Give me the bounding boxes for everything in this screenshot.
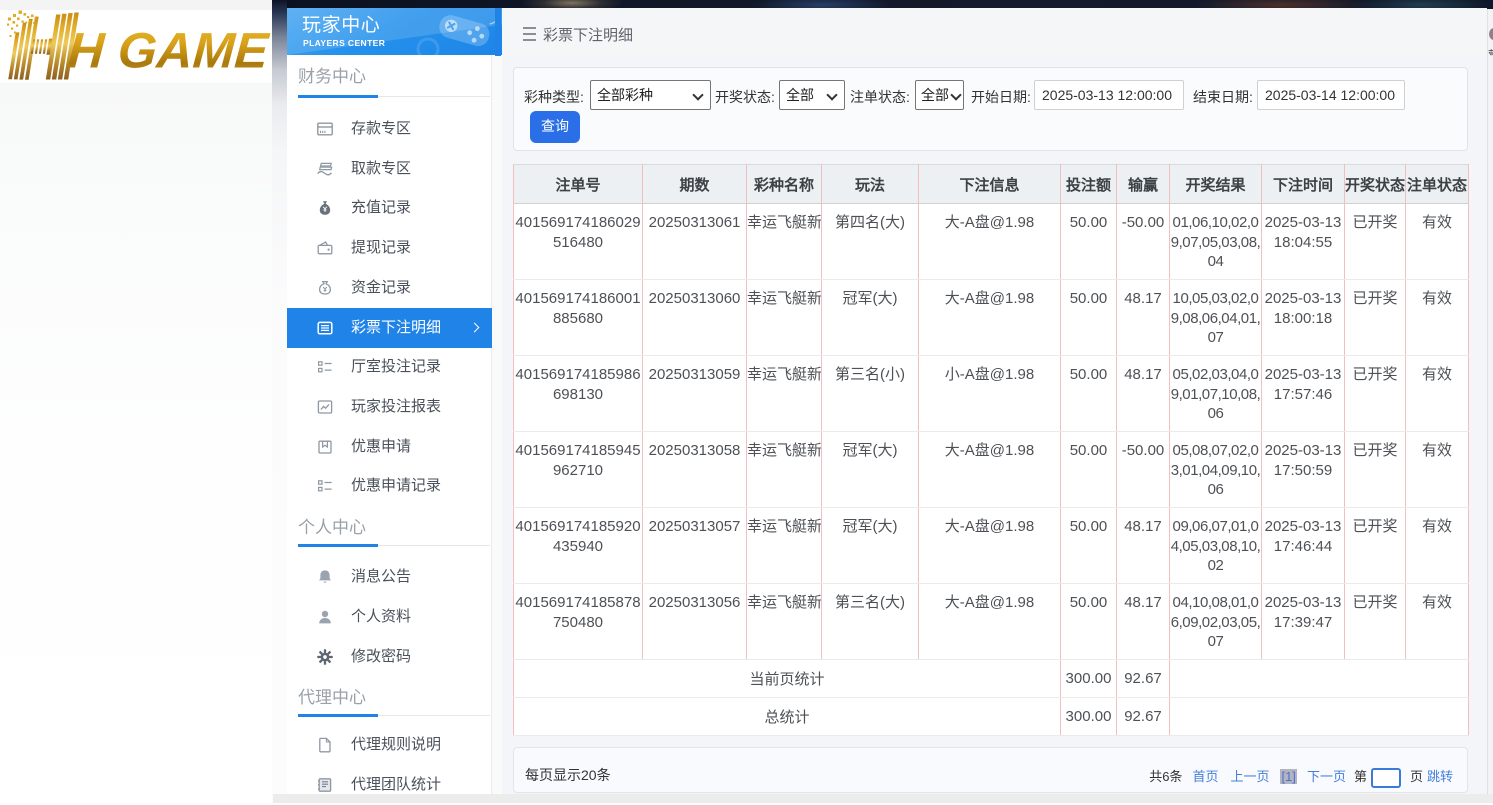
svg-text:H GAME: H GAME <box>66 23 271 79</box>
